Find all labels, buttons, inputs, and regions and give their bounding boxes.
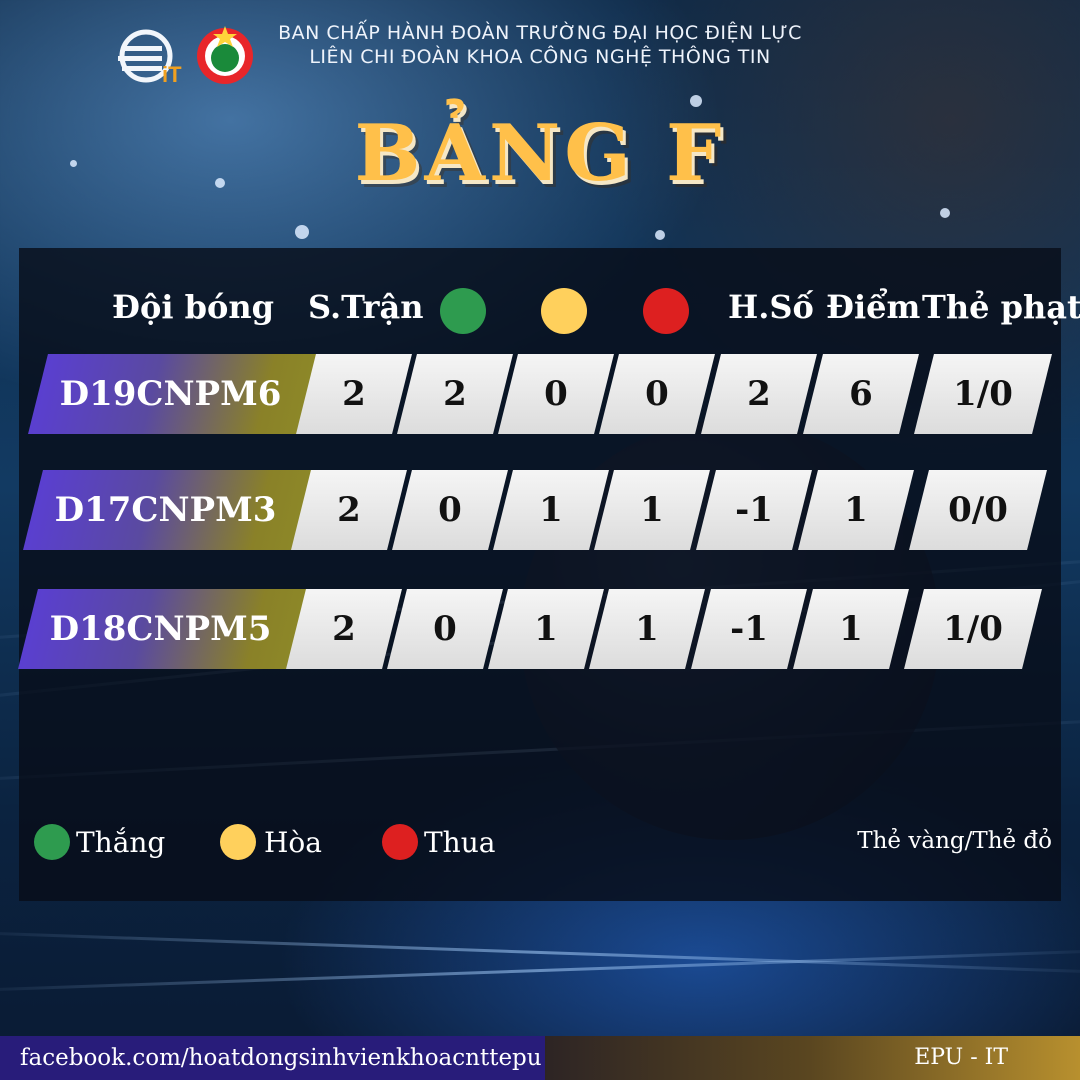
header: iT BAN CHẤP HÀNH ĐOÀN TRƯỜNG ĐẠI HỌC ĐIỆ… [0, 10, 1080, 90]
org-name-line-2: LIÊN CHI ĐOÀN KHOA CÔNG NGHỆ THÔNG TIN [309, 46, 771, 68]
legend-draw-label: Hòa [264, 826, 322, 859]
draw-value: 1 [539, 490, 563, 530]
draw-dot-icon [541, 288, 587, 334]
legend-loss-label: Thua [424, 826, 496, 859]
points-value: 1 [844, 490, 868, 530]
won-value: 0 [438, 490, 462, 530]
loss-dot-icon [643, 288, 689, 334]
it-faculty-logo: iT [118, 29, 182, 86]
youth-union-logo [197, 26, 253, 84]
played-value: 2 [337, 490, 361, 530]
svg-text:iT: iT [162, 62, 182, 86]
points-value: 6 [849, 374, 873, 414]
column-header-points: Điểm [826, 288, 921, 326]
goal-diff-value: -1 [735, 490, 773, 530]
footer: facebook.com/hoatdongsinhvienkhoacnttepu… [0, 1036, 1080, 1080]
lost-value: 1 [640, 490, 664, 530]
cards-value: 0/0 [948, 490, 1008, 530]
draw-value: 0 [544, 374, 568, 414]
column-header-cards: Thẻ phạt [922, 288, 1080, 326]
column-header-team: Đội bóng [112, 288, 274, 326]
played-value: 2 [332, 609, 356, 649]
points-value: 1 [839, 609, 863, 649]
win-dot-icon [440, 288, 486, 334]
team-name: D18CNPM5 [49, 609, 272, 649]
light-streak [0, 948, 1080, 993]
goal-diff-value: -1 [730, 609, 768, 649]
loss-legend-dot-icon [382, 824, 418, 860]
legend-win-label: Thắng [76, 826, 166, 859]
facebook-link[interactable]: facebook.com/hoatdongsinhvienkhoacnttepu [0, 1036, 545, 1080]
played-value: 2 [342, 374, 366, 414]
cards-value: 1/0 [943, 609, 1003, 649]
light-particle [690, 95, 702, 107]
light-particle [655, 230, 665, 240]
column-header-played: S.Trận [308, 288, 424, 326]
lost-value: 1 [635, 609, 659, 649]
standings-panel [19, 248, 1061, 901]
cards-value: 1/0 [953, 374, 1013, 414]
goal-diff-value: 2 [747, 374, 771, 414]
group-title: BẢNG F [354, 108, 726, 199]
draw-legend-dot-icon [220, 824, 256, 860]
light-particle [295, 225, 309, 239]
brand-label: EPU - IT [914, 1045, 1008, 1070]
org-name-line-1: BAN CHẤP HÀNH ĐOÀN TRƯỜNG ĐẠI HỌC ĐIỆN L… [278, 22, 802, 44]
lost-value: 0 [645, 374, 669, 414]
team-name: D17CNPM3 [54, 490, 277, 530]
team-name: D19CNPM6 [59, 374, 282, 414]
won-value: 0 [433, 609, 457, 649]
won-value: 2 [443, 374, 467, 414]
cards-note: Thẻ vàng/Thẻ đỏ [857, 828, 1052, 854]
win-legend-dot-icon [34, 824, 70, 860]
column-header-goal-diff: H.Số [728, 288, 814, 326]
draw-value: 1 [534, 609, 558, 649]
light-particle [940, 208, 950, 218]
